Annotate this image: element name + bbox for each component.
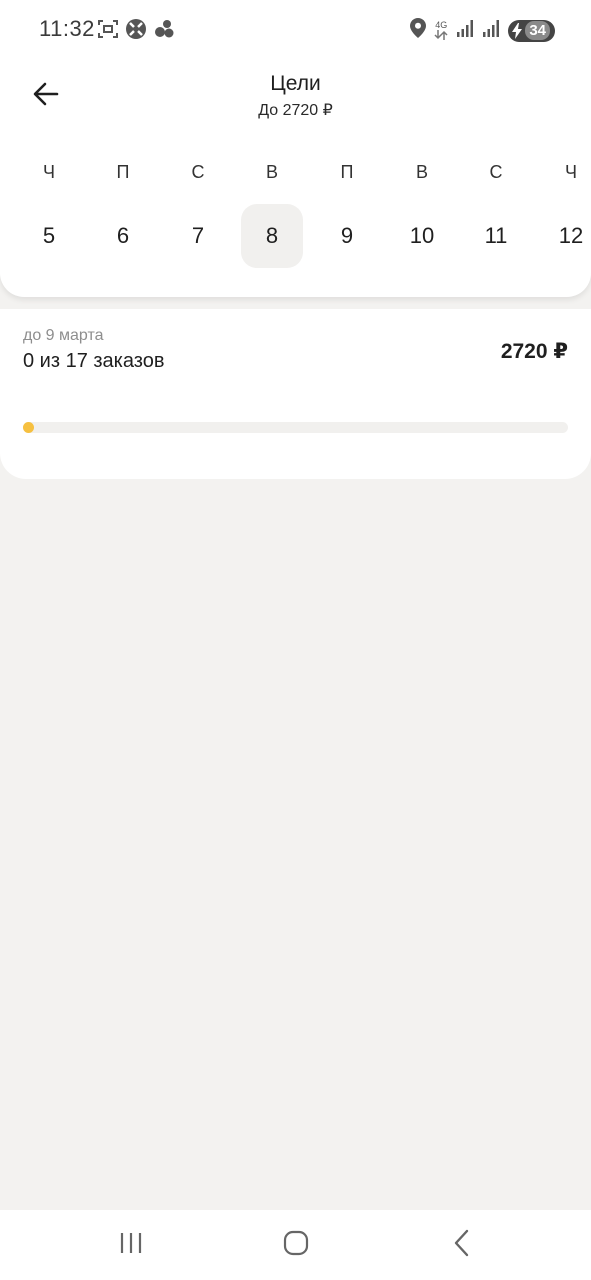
day-weekday: С [191, 162, 205, 182]
recent-apps-button[interactable] [111, 1228, 151, 1262]
page-subtitle: До 2720 ₽ [258, 102, 333, 119]
day-number: 12 [558, 223, 584, 248]
battery-level: 34 [525, 21, 550, 40]
system-back-button[interactable] [442, 1228, 482, 1262]
day-weekday: Ч [43, 162, 55, 182]
calendar-day[interactable]: Ч 12 [540, 150, 591, 280]
system-nav-bar [0, 1210, 591, 1280]
status-bar: 11:32 4G 34 [0, 0, 591, 60]
signal-icon-2 [482, 19, 500, 42]
day-weekday: Ч [565, 162, 577, 182]
calendar-day-selected[interactable]: В 8 [241, 150, 303, 280]
recent-apps-icon [118, 1231, 144, 1260]
back-icon [452, 1229, 472, 1262]
page-title: Цели [270, 72, 321, 95]
calendar-day[interactable]: П 6 [92, 150, 154, 280]
day-number: 5 [42, 223, 56, 248]
home-button[interactable] [276, 1228, 316, 1262]
goal-amount: 2720 ₽ [500, 340, 568, 363]
day-weekday: П [116, 162, 130, 182]
calendar-day[interactable]: С 11 [465, 150, 527, 280]
status-left-icons [97, 18, 175, 45]
day-number: 6 [116, 223, 130, 248]
goal-card[interactable]: до 9 марта 0 из 17 заказов 2720 ₽ [0, 309, 591, 479]
dots-cluster-icon [153, 18, 175, 45]
day-weekday: С [489, 162, 503, 182]
progress-bar [23, 422, 568, 433]
header-card: 11:32 4G 34 Цели До 2720 ₽ Ч 5 П 6 С 7 В… [0, 0, 591, 297]
soccer-ball-icon [125, 18, 147, 45]
home-icon [283, 1230, 309, 1261]
status-time: 11:32 [39, 16, 95, 41]
goal-progress-text: 0 из 17 заказов [23, 350, 165, 372]
day-number: 8 [241, 204, 303, 268]
day-number: 10 [409, 223, 435, 248]
battery-charging-icon: 34 [508, 19, 555, 42]
screenshot-icon [97, 18, 119, 45]
status-right-icons: 4G 34 [410, 18, 555, 43]
network-4g-icon: 4G [434, 21, 448, 40]
calendar-day[interactable]: В 10 [391, 150, 453, 280]
day-number: 9 [340, 223, 354, 248]
day-weekday: П [340, 162, 354, 182]
day-weekday: В [265, 162, 278, 182]
day-number: 11 [484, 223, 508, 248]
day-weekday: В [415, 162, 428, 182]
calendar-day[interactable]: Ч 5 [18, 150, 80, 280]
calendar-strip: Ч 5 П 6 С 7 В 8 П 9 В 10 С 11 Ч 12 [0, 150, 591, 280]
goal-deadline: до 9 марта [23, 327, 104, 344]
signal-icon [456, 19, 474, 42]
calendar-day[interactable]: С 7 [167, 150, 229, 280]
location-icon [410, 18, 427, 43]
network-label: 4G [435, 20, 448, 30]
progress-fill [23, 422, 34, 433]
calendar-day[interactable]: П 9 [316, 150, 378, 280]
day-number: 7 [191, 223, 205, 248]
